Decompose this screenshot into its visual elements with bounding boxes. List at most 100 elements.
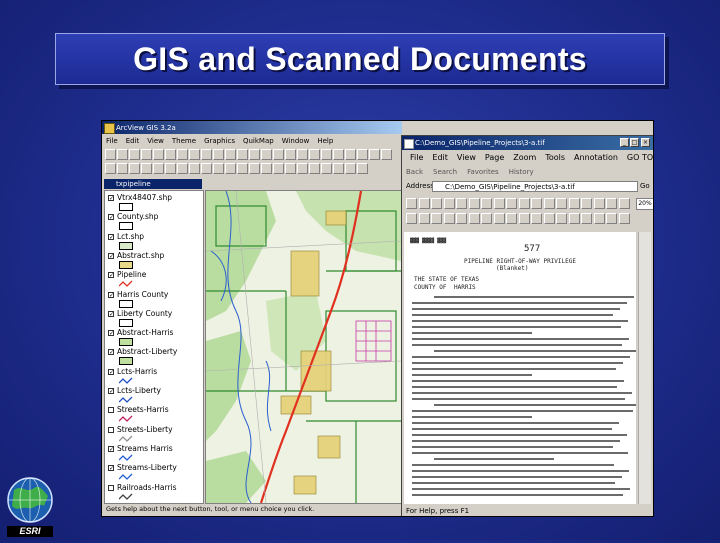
toolbar-button[interactable] (249, 149, 260, 160)
toolbar-button[interactable] (165, 163, 176, 174)
toolbar-button[interactable] (321, 149, 332, 160)
toolbar-button[interactable] (201, 149, 212, 160)
toolbar-button[interactable] (117, 149, 128, 160)
docviewer-tool-button[interactable] (531, 213, 542, 224)
arcview-menu-item[interactable]: QuikMap (243, 137, 274, 145)
toolbar-button[interactable] (381, 149, 392, 160)
toolbar-button[interactable] (189, 163, 200, 174)
docviewer-menu-item[interactable]: GO TO (627, 153, 653, 162)
docviewer-tool-button[interactable] (543, 213, 555, 224)
docviewer-menu-item[interactable]: Edit (432, 153, 448, 162)
arcview-titlebar[interactable]: ArcView GIS 3.2a (102, 121, 402, 134)
legend-checkbox[interactable]: ✓ (108, 465, 114, 472)
toolbar-button[interactable] (213, 163, 224, 174)
toolbar-button[interactable] (249, 163, 260, 174)
legend-checkbox[interactable]: ✓ (108, 252, 114, 259)
docviewer-tool-button[interactable] (518, 213, 530, 224)
toolbar-button[interactable] (261, 149, 272, 160)
toolbar-button[interactable] (213, 149, 224, 160)
toolbar-button[interactable] (117, 163, 128, 174)
docviewer-menu-item[interactable]: Page (485, 153, 504, 162)
docviewer-tool-button[interactable] (456, 198, 467, 209)
legend-checkbox[interactable]: ✓ (108, 330, 114, 337)
docviewer-tool-button[interactable] (518, 198, 530, 209)
docviewer-tool-button[interactable] (531, 198, 542, 209)
arcview-menu-item[interactable]: Help (317, 137, 333, 145)
docviewer-tool-button[interactable] (418, 198, 430, 209)
docviewer-tool-button[interactable] (593, 198, 605, 209)
toolbar-button[interactable] (237, 149, 248, 160)
docviewer-tool-button[interactable] (556, 213, 567, 224)
legend-checkbox[interactable]: ✓ (108, 388, 114, 395)
toolbar-button[interactable] (153, 149, 164, 160)
legend-checkbox[interactable]: ✓ (108, 272, 114, 279)
vertical-scrollbar[interactable] (638, 232, 651, 504)
docviewer-tool-button[interactable] (481, 198, 492, 209)
nav-button[interactable]: Back (406, 168, 423, 176)
docviewer-menu-item[interactable]: Annotation (574, 153, 618, 162)
docviewer-tool-button[interactable] (593, 213, 605, 224)
docviewer-tool-button[interactable] (443, 213, 455, 224)
toolbar-button[interactable] (225, 149, 236, 160)
legend-checkbox[interactable]: ✓ (108, 195, 114, 202)
toolbar-button[interactable] (273, 149, 284, 160)
toolbar-button[interactable] (129, 163, 140, 174)
toolbar-button[interactable] (225, 163, 236, 174)
arcview-menu-item[interactable]: File (106, 137, 118, 145)
docviewer-tool-button[interactable] (431, 213, 442, 224)
nav-button[interactable]: History (509, 168, 534, 176)
toolbar-button[interactable] (297, 163, 308, 174)
docviewer-titlebar[interactable]: C:\Demo_GIS\Pipeline_Projects\3-a.tif _ … (402, 136, 653, 150)
toolbar-button[interactable] (357, 163, 368, 174)
toolbar-button[interactable] (177, 149, 188, 160)
docviewer-tool-button[interactable] (506, 198, 517, 209)
docviewer-tool-button[interactable] (456, 213, 467, 224)
legend-checkbox[interactable]: ✓ (108, 233, 114, 240)
docviewer-tool-button[interactable] (581, 213, 592, 224)
view-titlebar[interactable]: txpipeline (104, 179, 202, 189)
docviewer-tool-button[interactable] (493, 213, 505, 224)
legend-checkbox[interactable]: ✓ (108, 310, 114, 317)
legend-checkbox[interactable] (108, 484, 114, 491)
docviewer-menu-item[interactable]: File (410, 153, 423, 162)
toolbar-button[interactable] (345, 149, 356, 160)
docviewer-tool-button[interactable] (481, 213, 492, 224)
toolbar-button[interactable] (141, 149, 152, 160)
toolbar-button[interactable] (141, 163, 152, 174)
arcview-menu-item[interactable]: Theme (172, 137, 196, 145)
docviewer-tool-button[interactable] (406, 213, 417, 224)
nav-button[interactable]: Favorites (467, 168, 499, 176)
toolbar-button[interactable] (333, 163, 344, 174)
toolbar-button[interactable] (153, 163, 164, 174)
toolbar-button[interactable] (333, 149, 344, 160)
legend-item[interactable]: Railroads-Harris (107, 483, 203, 504)
arcview-menu-item[interactable]: Edit (126, 137, 140, 145)
legend-checkbox[interactable]: ✓ (108, 368, 114, 375)
docviewer-tool-button[interactable] (493, 198, 505, 209)
docviewer-tool-button[interactable] (506, 213, 517, 224)
docviewer-tool-button[interactable] (568, 198, 580, 209)
docviewer-tool-button[interactable] (431, 198, 442, 209)
toolbar-button[interactable] (237, 163, 248, 174)
zoom-select[interactable]: 20% (636, 198, 653, 210)
legend-checkbox[interactable]: ✓ (108, 349, 114, 356)
docviewer-tool-button[interactable] (618, 213, 630, 224)
toolbar-button[interactable] (309, 163, 320, 174)
toolbar-button[interactable] (261, 163, 272, 174)
minimize-button[interactable]: _ (620, 138, 629, 147)
arcview-menu-item[interactable]: Window (282, 137, 310, 145)
docviewer-tool-button[interactable] (443, 198, 455, 209)
toolbar-button[interactable] (201, 163, 212, 174)
arcview-menu-item[interactable]: Graphics (204, 137, 235, 145)
docviewer-tool-button[interactable] (606, 213, 617, 224)
nav-button[interactable]: Search (433, 168, 457, 176)
legend-checkbox[interactable]: ✓ (108, 291, 114, 298)
toolbar-button[interactable] (129, 149, 140, 160)
toolbar-button[interactable] (321, 163, 332, 174)
toolbar-button[interactable] (165, 149, 176, 160)
docviewer-menu-item[interactable]: Zoom (513, 153, 536, 162)
toolbar-button[interactable] (189, 149, 200, 160)
toolbar-button[interactable] (297, 149, 308, 160)
docviewer-tool-button[interactable] (581, 198, 592, 209)
map-canvas[interactable] (206, 191, 401, 503)
